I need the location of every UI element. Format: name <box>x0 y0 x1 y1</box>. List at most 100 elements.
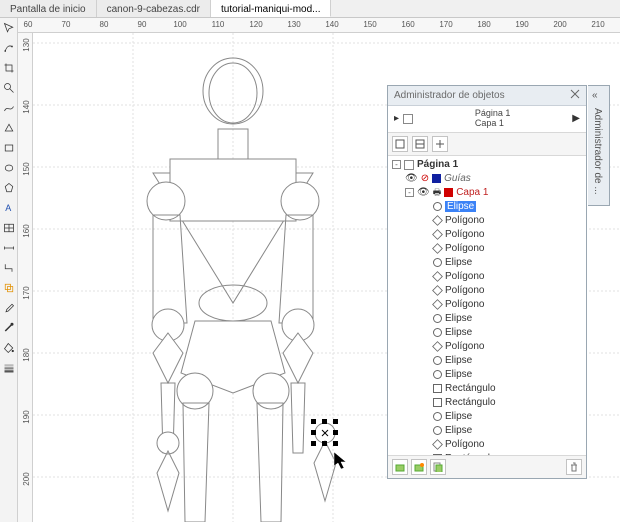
ruler-vertical[interactable]: 130140150160170180190200 <box>18 33 33 522</box>
object-label: Elipse <box>445 425 472 436</box>
polygon-icon <box>432 271 443 282</box>
zoom-tool-icon[interactable] <box>0 78 18 98</box>
freehand-tool-icon[interactable] <box>0 98 18 118</box>
tree-object-row[interactable]: Polígono <box>388 340 586 354</box>
ruler-tick: 200 <box>22 472 31 487</box>
ruler-tick: 210 <box>591 20 604 29</box>
mesh-tool-icon[interactable] <box>0 358 18 378</box>
flyout-icon[interactable]: ▸ <box>394 113 399 124</box>
ellipse-icon <box>433 202 442 211</box>
doc-tab[interactable]: Pantalla de inicio <box>0 0 97 17</box>
ellipse-icon <box>433 426 442 435</box>
ruler-tick: 160 <box>22 224 31 239</box>
collapsed-side-panel[interactable]: « Administrador de ... <box>588 85 610 206</box>
color-swatch <box>444 188 453 197</box>
tree-object-row[interactable]: Elipse <box>388 312 586 326</box>
ellipse-icon <box>433 356 442 365</box>
panel-close-icon[interactable] <box>570 89 580 102</box>
ellipse-icon <box>433 412 442 421</box>
expand-arrow-icon[interactable]: « <box>592 90 598 101</box>
ruler-tick: 170 <box>22 286 31 301</box>
object-label: Polígono <box>445 271 484 282</box>
tree-layer-row[interactable]: - 👁 🖶 Capa 1 <box>388 186 586 200</box>
effects-tool-icon[interactable] <box>0 278 18 298</box>
tree-object-row[interactable]: Polígono <box>388 242 586 256</box>
tree-object-row[interactable]: Elipse <box>388 424 586 438</box>
polygon-icon <box>432 439 443 450</box>
selection-handles[interactable] <box>311 419 338 446</box>
fill-tool-icon[interactable] <box>0 338 18 358</box>
collapse-icon[interactable]: - <box>405 188 414 197</box>
object-label: Polígono <box>445 439 484 450</box>
object-label: Rectángulo <box>445 383 496 394</box>
collapse-icon[interactable]: - <box>392 160 401 169</box>
eye-icon[interactable]: 👁 <box>405 173 418 184</box>
pick-tool-icon[interactable] <box>0 18 18 38</box>
tree-object-row[interactable]: Elipse <box>388 368 586 382</box>
tree-object-row[interactable]: Polígono <box>388 214 586 228</box>
trash-icon[interactable] <box>566 459 582 475</box>
panel-footer <box>388 456 586 478</box>
crop-tool-icon[interactable] <box>0 58 18 78</box>
connector-tool-icon[interactable] <box>0 258 18 278</box>
smart-tool-icon[interactable] <box>0 118 18 138</box>
panel-btn-3-icon[interactable] <box>432 136 448 152</box>
tree-object-row[interactable]: Elipse <box>388 326 586 340</box>
eye-icon[interactable]: 👁 <box>417 187 430 198</box>
object-label: Polígono <box>445 229 484 240</box>
tree-object-row[interactable]: Elipse <box>388 256 586 270</box>
object-tree[interactable]: - Página 1 👁 ⊘ Guías - 👁 🖶 Capa 1 Elipse… <box>388 156 586 456</box>
panel-icon-row <box>388 133 586 156</box>
ruler-tick: 160 <box>401 20 414 29</box>
panel-subheader[interactable]: ▸ Página 1 Capa 1 ▶ <box>388 106 586 133</box>
tree-object-row[interactable]: Polígono <box>388 438 586 452</box>
new-page-layer-icon[interactable] <box>430 459 446 475</box>
tree-object-row[interactable]: Polígono <box>388 228 586 242</box>
polygon-tool-icon[interactable] <box>0 178 18 198</box>
tree-guides-row[interactable]: 👁 ⊘ Guías <box>388 172 586 186</box>
outline-tool-icon[interactable] <box>0 318 18 338</box>
ellipse-icon <box>433 314 442 323</box>
object-manager-panel: Administrador de objetos ▸ Página 1 Capa… <box>387 85 587 479</box>
mannequin-figure[interactable] <box>147 58 336 522</box>
ruler-tick: 190 <box>515 20 528 29</box>
tree-object-row[interactable]: Polígono <box>388 284 586 298</box>
ellipse-tool-icon[interactable] <box>0 158 18 178</box>
layer-label: Capa 1 <box>456 187 488 198</box>
text-tool-icon[interactable]: A <box>0 198 18 218</box>
panel-btn-1-icon[interactable] <box>392 136 408 152</box>
new-master-layer-icon[interactable] <box>411 459 427 475</box>
ruler-horizontal[interactable]: 6070809010011012013014015016017018019020… <box>18 18 620 33</box>
print-icon[interactable]: 🖶 <box>433 185 442 201</box>
tree-page-row[interactable]: - Página 1 <box>388 158 586 172</box>
toolbox: A <box>0 18 18 522</box>
eyedrop-tool-icon[interactable] <box>0 298 18 318</box>
tree-object-row[interactable]: Elipse <box>388 200 586 214</box>
doc-tab[interactable]: canon-9-cabezas.cdr <box>97 0 211 17</box>
tree-object-row[interactable]: Polígono <box>388 270 586 284</box>
object-label: Rectángulo <box>445 397 496 408</box>
panel-titlebar[interactable]: Administrador de objetos <box>388 86 586 106</box>
ruler-tick: 100 <box>173 20 186 29</box>
tree-object-row[interactable]: Elipse <box>388 354 586 368</box>
polygon-icon <box>432 229 443 240</box>
tree-object-row[interactable]: Polígono <box>388 298 586 312</box>
panel-btn-2-icon[interactable] <box>412 136 428 152</box>
shape-tool-icon[interactable] <box>0 38 18 58</box>
dimension-tool-icon[interactable] <box>0 238 18 258</box>
guides-label: Guías <box>444 173 471 184</box>
tree-object-row[interactable]: Rectángulo <box>388 396 586 410</box>
polygon-icon <box>432 243 443 254</box>
polygon-icon <box>432 299 443 310</box>
ruler-tick: 190 <box>22 410 31 425</box>
tree-object-row[interactable]: Rectángulo <box>388 382 586 396</box>
new-layer-icon[interactable] <box>392 459 408 475</box>
tree-object-row[interactable]: Elipse <box>388 410 586 424</box>
chevron-right-icon[interactable]: ▶ <box>572 113 580 124</box>
table-tool-icon[interactable] <box>0 218 18 238</box>
rectangle-tool-icon[interactable] <box>0 138 18 158</box>
object-label: Elipse <box>445 313 472 324</box>
doc-tab-active[interactable]: tutorial-maniqui-mod... <box>211 0 331 17</box>
ruler-tick: 170 <box>439 20 452 29</box>
print-disabled-icon: ⊘ <box>421 173 429 184</box>
